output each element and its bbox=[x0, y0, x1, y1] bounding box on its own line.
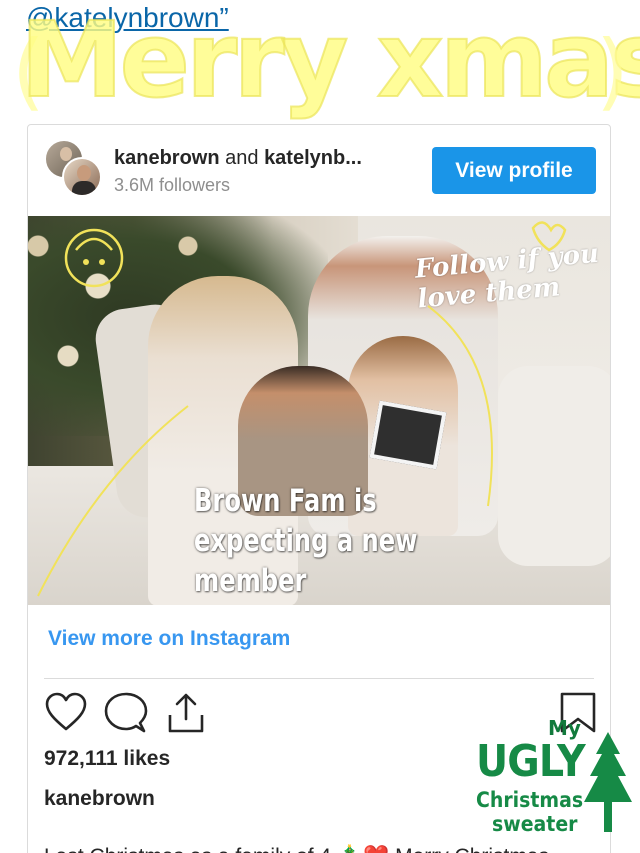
post-caption: Last Christmas as a family of 4 🎄❤️ Merr… bbox=[44, 845, 549, 853]
username-secondary[interactable]: katelynb... bbox=[264, 147, 362, 169]
avatar-secondary[interactable] bbox=[62, 157, 102, 197]
overlay-caption: Brown Fam is expecting a new member bbox=[194, 483, 418, 599]
sticker-merry-xmas: Merry xmas bbox=[19, 0, 640, 121]
username-primary[interactable]: kanebrown bbox=[114, 147, 220, 169]
account-names[interactable]: kanebrown and katelynb... bbox=[114, 147, 362, 170]
follower-count: 3.6M followers bbox=[114, 175, 231, 195]
sticker-christmas-text: Christmas bbox=[476, 788, 584, 812]
pillow-right bbox=[498, 366, 610, 566]
divider bbox=[44, 678, 594, 679]
embed-header: kanebrown and katelynb... 3.6M followers… bbox=[28, 125, 610, 215]
view-profile-button[interactable]: View profile bbox=[432, 147, 596, 194]
like-count[interactable]: 972,111 likes bbox=[44, 747, 170, 771]
heart-icon[interactable] bbox=[44, 691, 88, 735]
comment-icon[interactable] bbox=[104, 691, 148, 735]
sticker-ugly-text: UGLY bbox=[476, 736, 586, 787]
share-icon[interactable] bbox=[164, 691, 208, 735]
view-more-link[interactable]: View more on Instagram bbox=[48, 627, 290, 651]
post-photo[interactable]: Follow if you love them Brown Fam is exp… bbox=[28, 216, 610, 605]
sticker-ugly-christmas-sweater: My UGLY Christmas sweater bbox=[470, 716, 640, 846]
pine-tree-icon bbox=[584, 732, 632, 832]
sticker-sweater-text: sweater bbox=[492, 812, 578, 836]
sticker-paren-right: ) bbox=[596, 22, 629, 120]
ultrasound-photo bbox=[369, 400, 447, 470]
names-joiner: and bbox=[219, 147, 265, 169]
post-username[interactable]: kanebrown bbox=[44, 787, 155, 811]
